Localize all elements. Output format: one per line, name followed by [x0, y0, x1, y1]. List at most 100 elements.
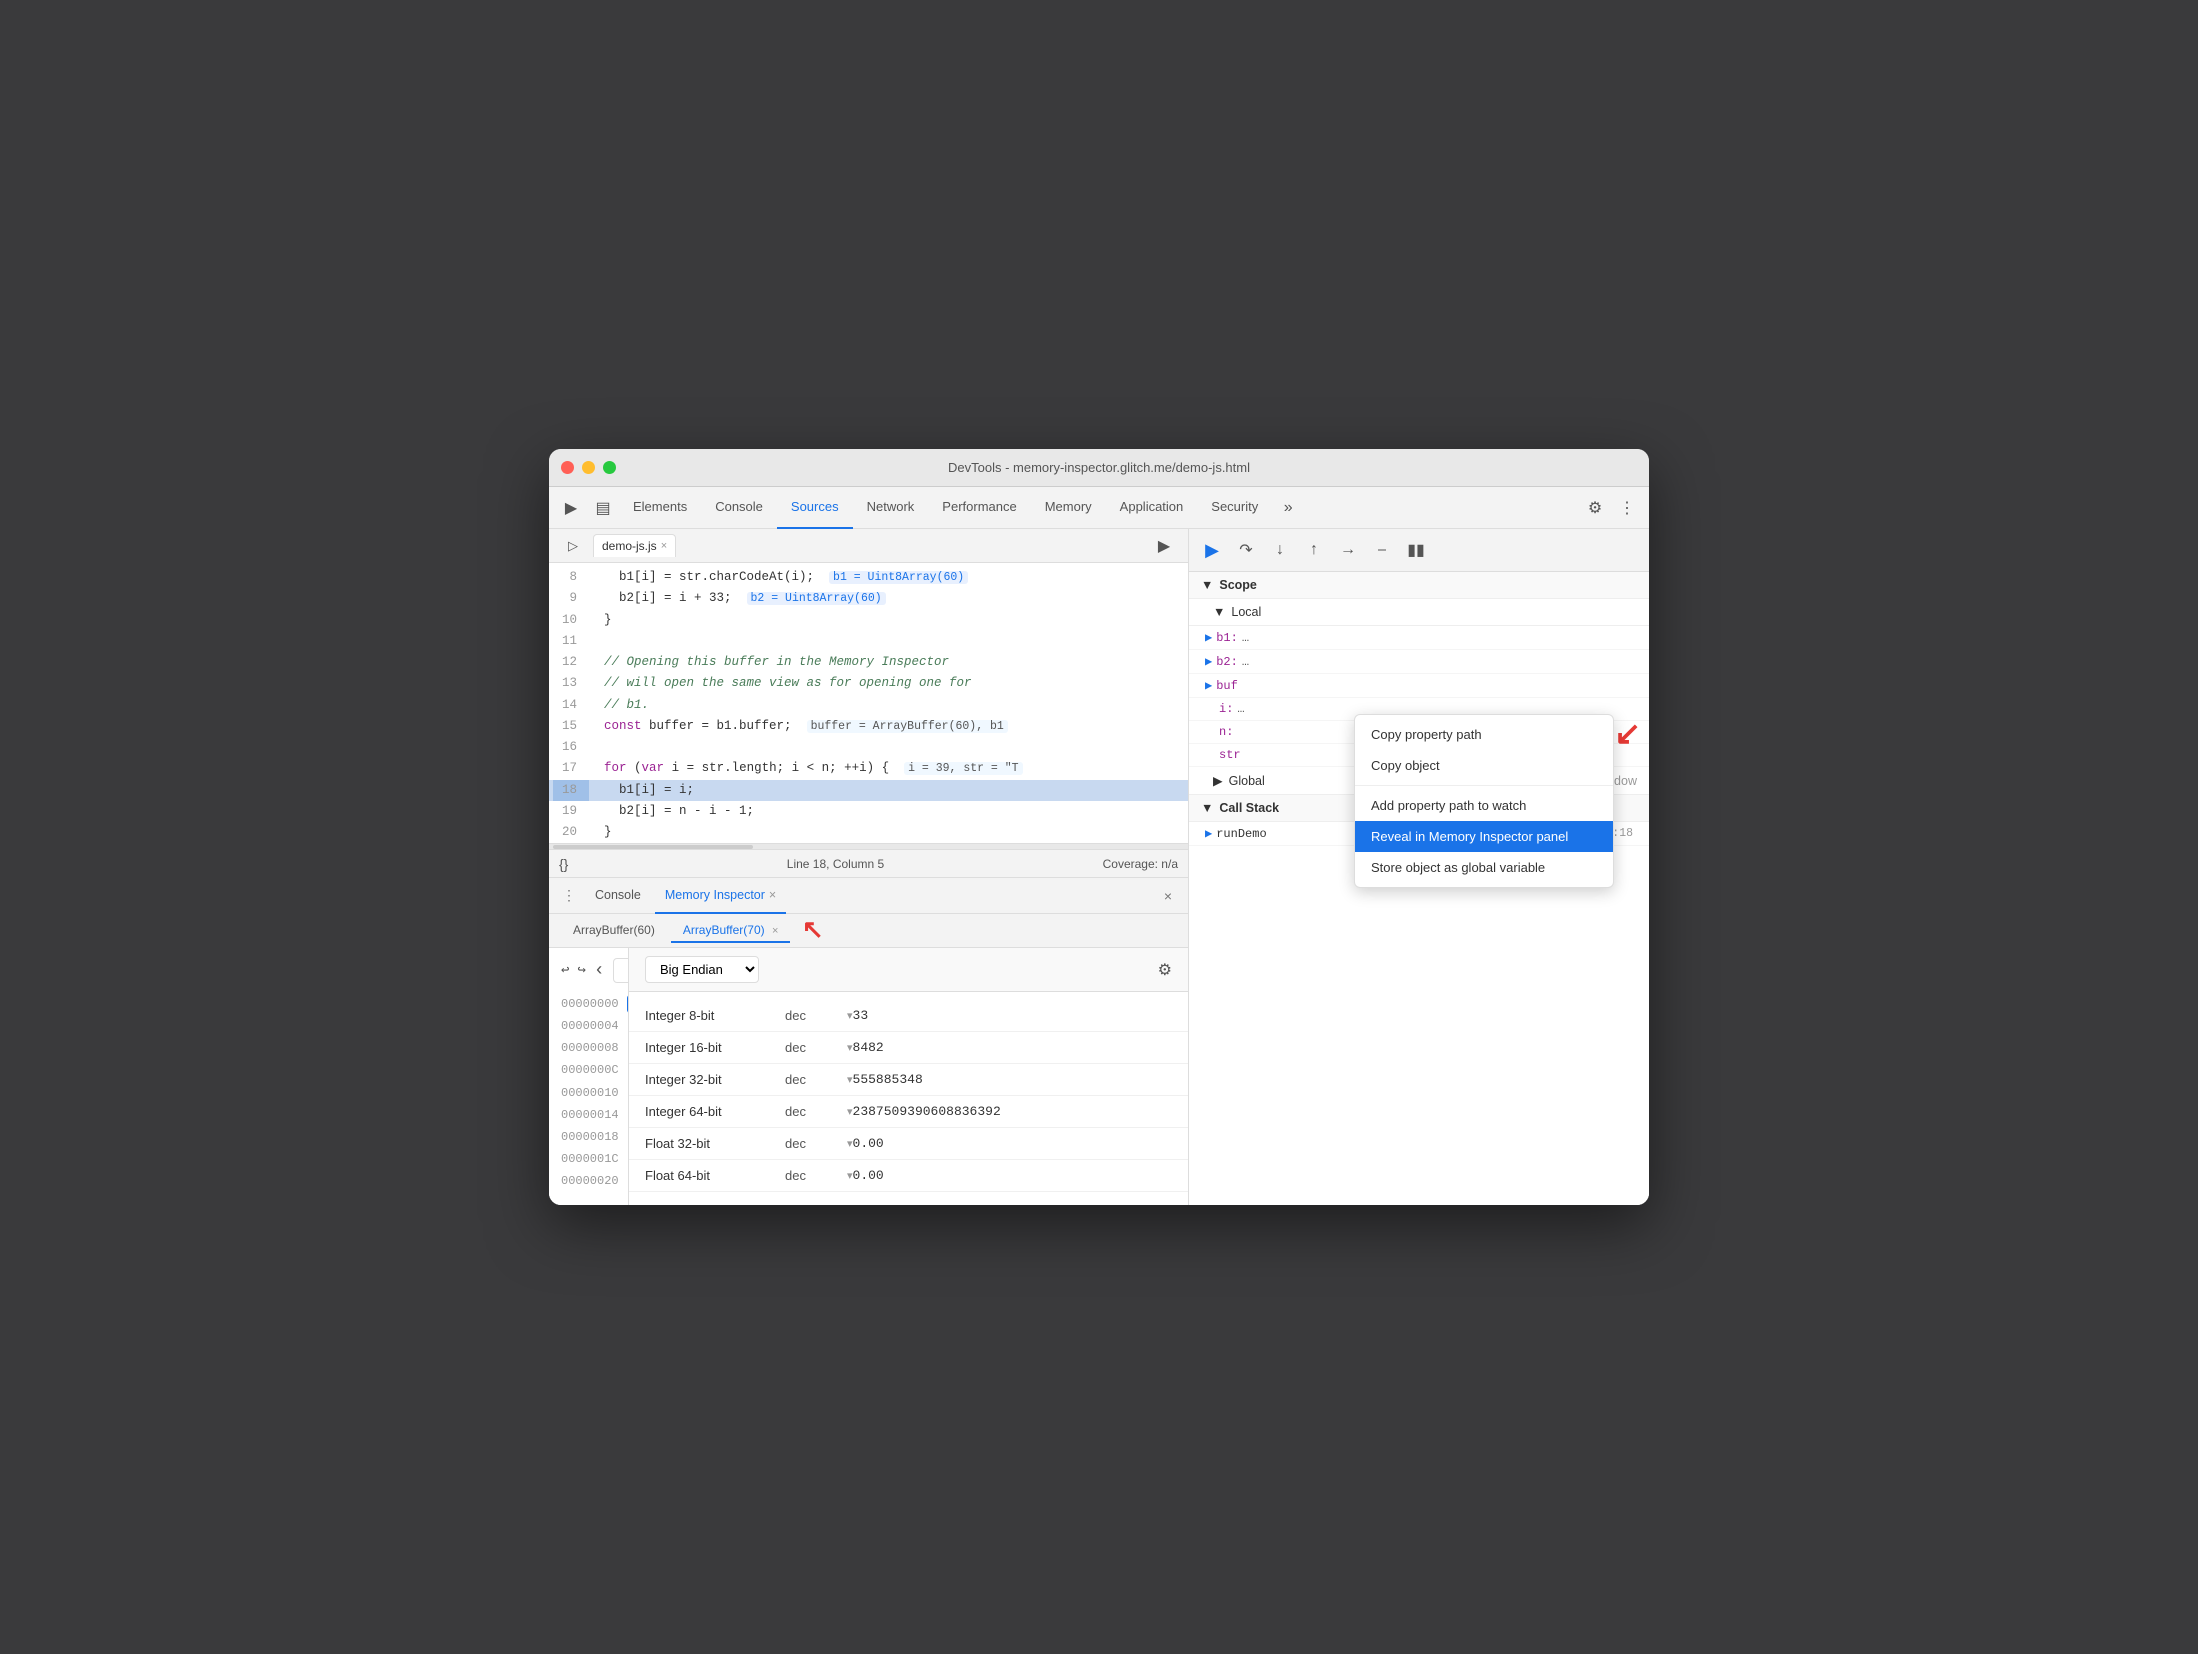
scope-b2: ▶ b2: …	[1189, 650, 1649, 674]
global-label: Global	[1229, 774, 1265, 788]
ctx-copy-object[interactable]: Copy object	[1355, 750, 1613, 781]
devtools-nav: ▶ ▤ Elements Console Sources Network Per…	[549, 487, 1649, 529]
scope-panel: ▼ Scope ▼ Local ▶ b1: … ▶ b2:	[1189, 572, 1649, 1205]
arraybuffer70-label: ArrayBuffer(70)	[683, 923, 765, 937]
line-col-status: Line 18, Column 5	[787, 857, 884, 871]
pause-btn[interactable]: ▮▮	[1401, 535, 1431, 565]
insp-row-int64: Integer 64-bit dec ▾ 2387509390608836392	[629, 1096, 1188, 1128]
memory-inspector-tab-btn[interactable]: Memory Inspector ×	[655, 878, 786, 914]
code-line-15: 15 const buffer = b1.buffer; buffer = Ar…	[549, 716, 1188, 737]
inspector-table: Integer 8-bit dec ▾ 33 Integer 16-bit de…	[629, 992, 1188, 1200]
hex-row-6: 00000018 39 3A 3B 3C 9 :	[561, 1128, 616, 1146]
memory-content: ↩ ↪ ‹ › ↻ 00000000 21	[549, 948, 1188, 1205]
inspector-toolbar: Big Endian Little Endian ⚙	[629, 948, 1188, 992]
fullscreen-traffic-light[interactable]	[603, 461, 616, 474]
tab-sources[interactable]: Sources	[777, 487, 853, 529]
memory-inspector-tab-label: Memory Inspector	[665, 888, 765, 902]
context-menu: Copy property path Copy object Add prope…	[1354, 714, 1614, 888]
arraybuffer70-close-icon[interactable]: ×	[772, 925, 778, 937]
coverage-status: Coverage: n/a	[1103, 857, 1178, 871]
insp-row-int16: Integer 16-bit dec ▾ 8482	[629, 1032, 1188, 1064]
tab-application[interactable]: Application	[1106, 487, 1198, 529]
ctx-reveal-memory[interactable]: Reveal in Memory Inspector panel	[1355, 821, 1613, 852]
bottom-panel: ⋮ Console Memory Inspector × × ArrayBuff…	[549, 877, 1188, 1205]
horizontal-scrollbar[interactable]	[553, 845, 753, 849]
step-over-btn[interactable]: ↷	[1231, 535, 1261, 565]
callstack-label: Call Stack	[1219, 801, 1279, 815]
local-chevron-icon: ▼	[1213, 605, 1225, 619]
file-nav-icon[interactable]: ▷	[557, 530, 589, 562]
tab-memory[interactable]: Memory	[1031, 487, 1106, 529]
tab-network[interactable]: Network	[853, 487, 929, 529]
insp-row-float64: Float 64-bit dec ▾ 0.00	[629, 1160, 1188, 1192]
red-arrow-annotation-2: ↙	[1614, 714, 1641, 752]
panel-menu-icon[interactable]: ⋮	[557, 884, 581, 908]
file-close-icon[interactable]: ×	[661, 540, 667, 552]
step-out-btn[interactable]: ↑	[1299, 535, 1329, 565]
file-tab-label: demo-js.js	[602, 539, 657, 553]
memory-inspector-right: Big Endian Little Endian ⚙ Integer 8-bit…	[628, 948, 1188, 1205]
minimize-traffic-light[interactable]	[582, 461, 595, 474]
close-traffic-light[interactable]	[561, 461, 574, 474]
tab-security[interactable]: Security	[1197, 487, 1272, 529]
local-label: Local	[1231, 605, 1261, 619]
memory-subtabs: ArrayBuffer(60) ArrayBuffer(70) × ↘	[549, 914, 1188, 948]
traffic-lights	[561, 461, 616, 474]
callstack-func: runDemo	[1216, 827, 1266, 841]
resume-btn[interactable]: ▶	[1197, 535, 1227, 565]
endian-select[interactable]: Big Endian Little Endian	[645, 956, 759, 983]
prev-btn[interactable]: ‹	[594, 959, 605, 983]
hex-row-8: 00000020 41 42 43 44 A B	[561, 1173, 616, 1191]
cursor-icon[interactable]: ▶	[555, 492, 587, 524]
hex-row-5: 00000014 35 36 37 38 5 6	[561, 1106, 616, 1124]
callstack-active-icon: ▶	[1205, 826, 1212, 841]
code-line-10: 10 }	[549, 610, 1188, 631]
code-line-8: 8 b1[i] = str.charCodeAt(i); b1 = Uint8A…	[549, 567, 1188, 588]
more-options-icon[interactable]: ⋮	[1611, 492, 1643, 524]
ctx-separator-1	[1355, 785, 1613, 786]
panel-tabs: ⋮ Console Memory Inspector × ×	[549, 878, 1188, 914]
arraybuffer60-tab[interactable]: ArrayBuffer(60)	[561, 919, 667, 943]
scope-title[interactable]: ▼ Scope	[1189, 572, 1649, 599]
insp-row-float32: Float 32-bit dec ▾ 0.00	[629, 1128, 1188, 1160]
file-tab[interactable]: demo-js.js ×	[593, 534, 676, 557]
local-title[interactable]: ▼ Local	[1189, 599, 1649, 626]
code-area: ▷ demo-js.js × ▶ 8 b1[i] = str.charCodeA…	[549, 529, 1188, 877]
device-icon[interactable]: ▤	[587, 492, 619, 524]
tab-performance[interactable]: Performance	[928, 487, 1030, 529]
code-line-16: 16	[549, 737, 1188, 758]
redo-btn[interactable]: ↪	[577, 959, 585, 983]
panel-close-btn[interactable]: ×	[1156, 884, 1180, 908]
curly-braces-icon: {}	[559, 856, 568, 872]
global-chevron-icon: ▶	[1213, 773, 1223, 788]
more-tabs-icon[interactable]: »	[1272, 492, 1304, 524]
callstack-chevron-icon: ▼	[1201, 801, 1213, 815]
buf-expand-icon[interactable]: ▶	[1205, 678, 1212, 693]
code-line-19: 19 b2[i] = n - i - 1;	[549, 801, 1188, 822]
run-snippet-icon[interactable]: ▶	[1148, 530, 1180, 562]
scope-b1: ▶ b1: …	[1189, 626, 1649, 650]
arraybuffer70-tab[interactable]: ArrayBuffer(70) ×	[671, 919, 791, 943]
debug-toolbar: ▶ ↷ ↓ ↑ → ⎯ ▮▮	[1189, 529, 1649, 572]
settings-icon[interactable]: ⚙	[1579, 492, 1611, 524]
tab-console[interactable]: Console	[701, 487, 777, 529]
ctx-copy-prop-path[interactable]: Copy property path	[1355, 719, 1613, 750]
memory-inspector-close-icon[interactable]: ×	[769, 888, 776, 902]
code-line-9: 9 b2[i] = i + 33; b2 = Uint8Array(60)	[549, 588, 1188, 609]
deactivate-btn[interactable]: ⎯	[1367, 535, 1397, 565]
b2-expand-icon[interactable]: ▶	[1205, 654, 1212, 669]
address-input[interactable]	[613, 958, 628, 983]
ctx-add-watch[interactable]: Add property path to watch	[1355, 790, 1613, 821]
undo-btn[interactable]: ↩	[561, 959, 569, 983]
ctx-store-global[interactable]: Store object as global variable	[1355, 852, 1613, 883]
step-into-btn[interactable]: ↓	[1265, 535, 1295, 565]
b1-expand-icon[interactable]: ▶	[1205, 630, 1212, 645]
scope-buf: ▶ buf	[1189, 674, 1649, 698]
step-btn[interactable]: →	[1333, 535, 1363, 565]
console-tab-btn[interactable]: Console	[585, 878, 651, 914]
hex-row-3: 0000000C 2D 2E 2F 30 – .	[561, 1062, 616, 1080]
inspector-settings-icon[interactable]: ⚙	[1158, 960, 1172, 980]
tab-elements[interactable]: Elements	[619, 487, 701, 529]
hex-row-7: 0000001C 3D 3E 3F 40 = >	[561, 1150, 616, 1168]
memory-hex-panel: ↩ ↪ ‹ › ↻ 00000000 21	[549, 948, 628, 1205]
